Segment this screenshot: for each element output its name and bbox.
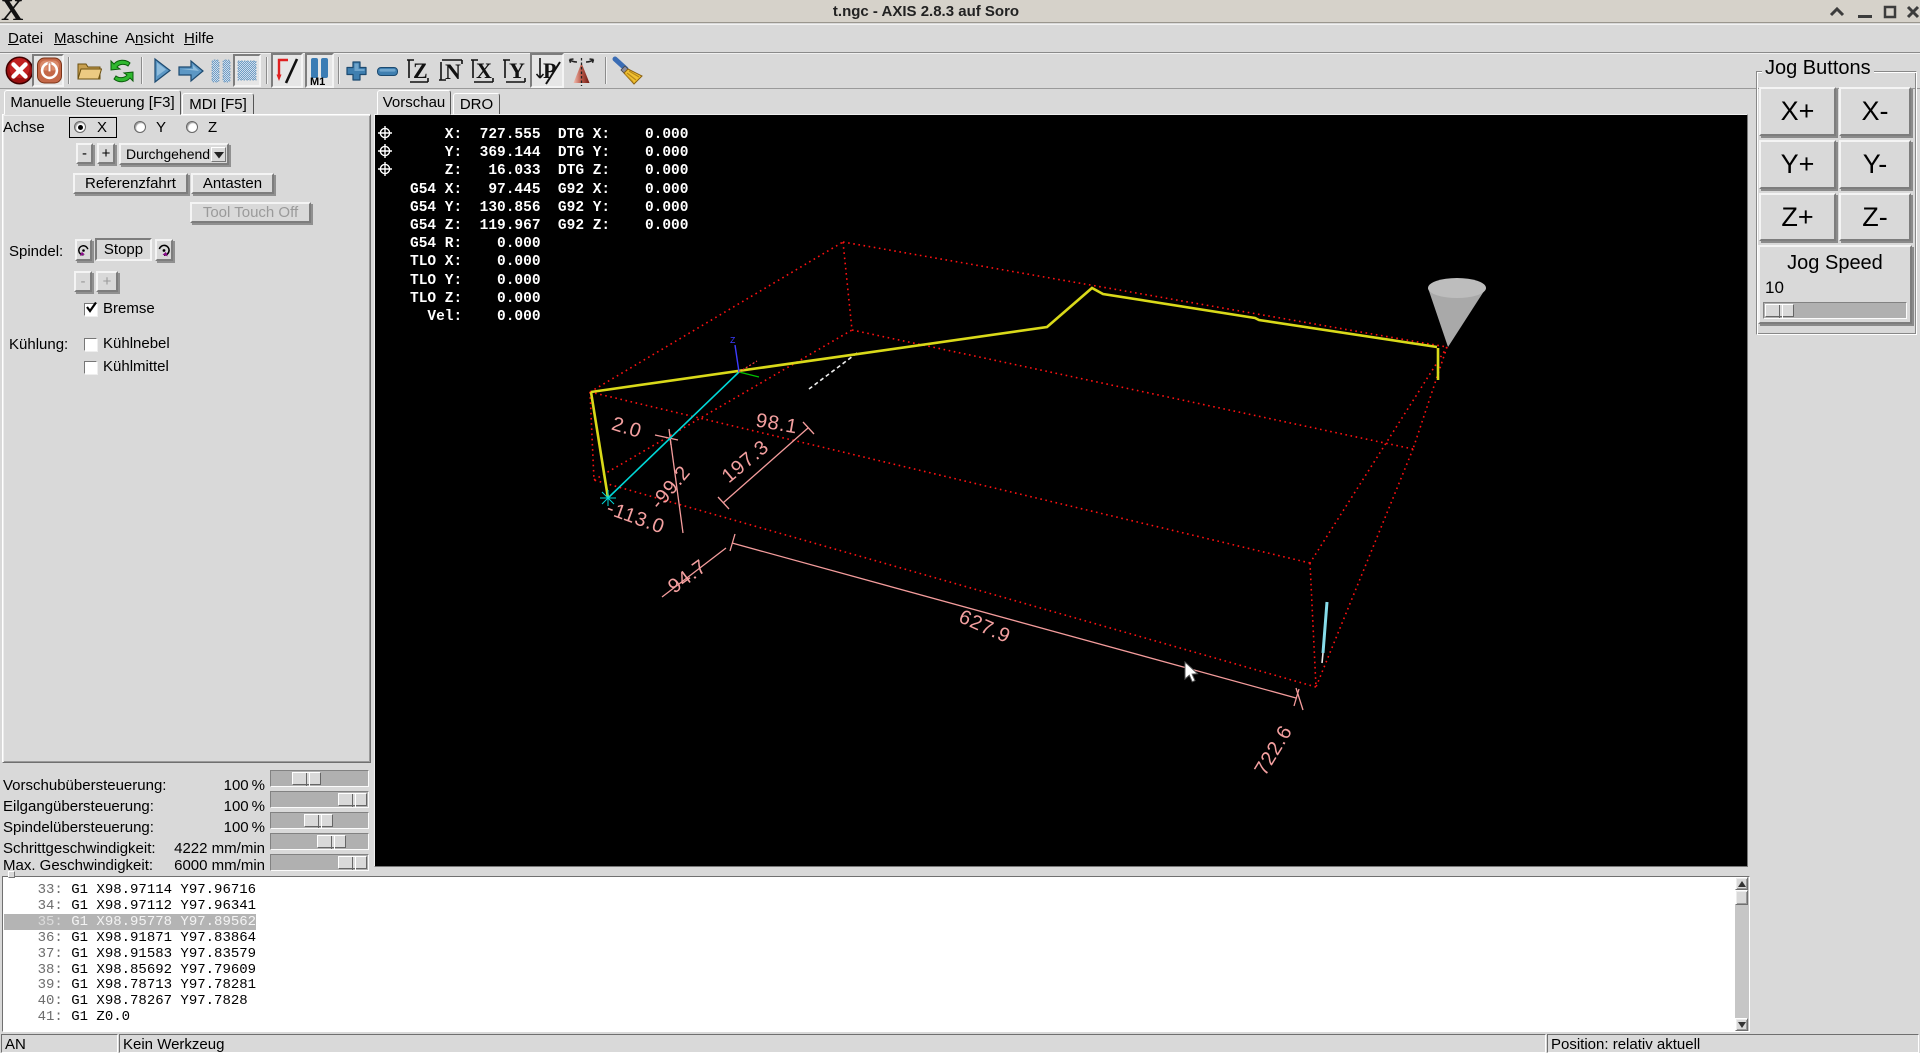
svg-text:197.3: 197.3 <box>718 436 774 488</box>
svg-text:Z: Z <box>413 58 428 83</box>
svg-text:98.1: 98.1 <box>754 409 799 438</box>
svg-text:N: N <box>445 59 461 84</box>
svg-text:-99.2: -99.2 <box>646 462 695 514</box>
svg-text:M1: M1 <box>310 76 325 86</box>
svg-text:722.6: 722.6 <box>1251 722 1298 780</box>
svg-text:94.7: 94.7 <box>664 556 711 599</box>
svg-text:Z: Z <box>730 336 736 346</box>
svg-text:2.0: 2.0 <box>609 413 644 443</box>
svg-text:Y: Y <box>509 58 525 83</box>
svg-text:X: X <box>476 58 492 83</box>
